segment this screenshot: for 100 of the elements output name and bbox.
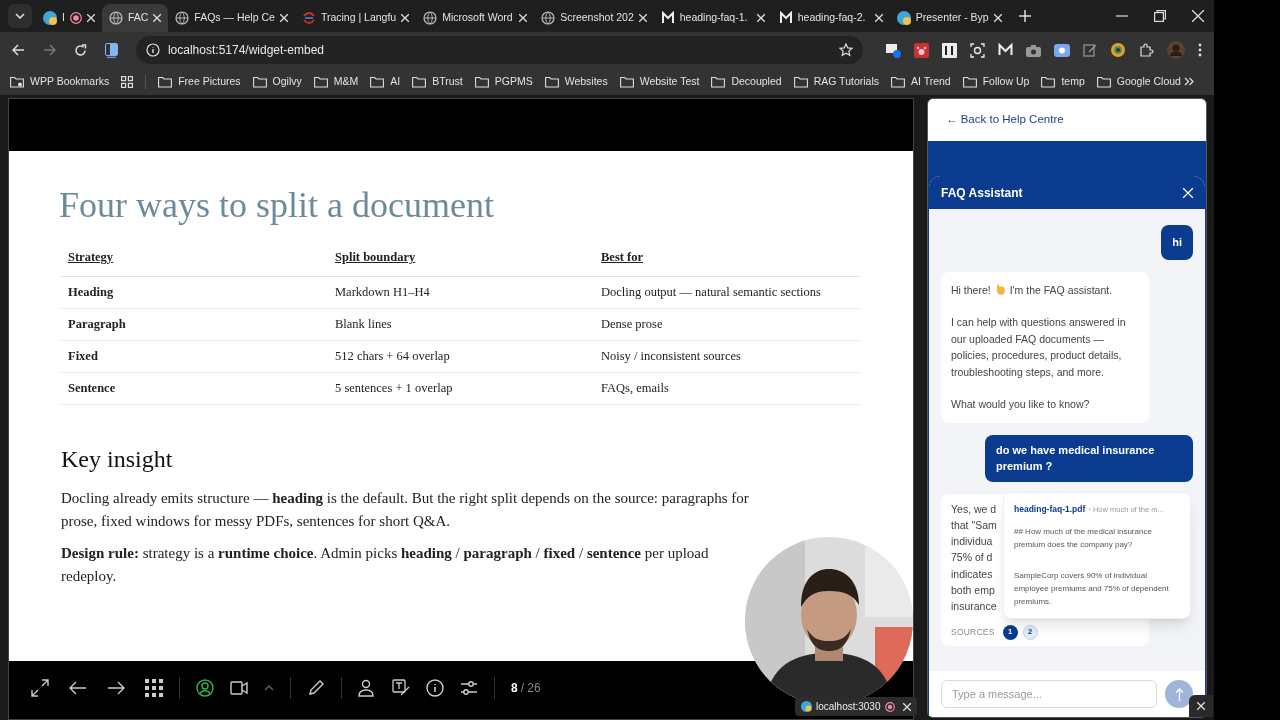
m-logo-icon[interactable]	[998, 43, 1013, 57]
apps-grid-icon[interactable]	[121, 75, 134, 88]
bookmark[interactable]: PGPMS	[474, 73, 533, 90]
camera-icon[interactable]	[1026, 43, 1041, 57]
bookmark[interactable]: Google Cloud	[1096, 73, 1181, 90]
close-icon[interactable]	[756, 14, 765, 22]
bookmark[interactable]: AI	[370, 73, 401, 90]
bookmark[interactable]: Website Test	[619, 73, 700, 90]
screen-record-icon[interactable]	[1054, 43, 1070, 57]
table-cell: FAQs, emails	[594, 372, 861, 405]
folder-icon	[962, 75, 977, 88]
next-arrow-icon[interactable]	[107, 681, 125, 695]
bookmark[interactable]: BTrust	[412, 73, 463, 90]
tab-title: Microsoft Word	[442, 10, 514, 26]
close-icon[interactable]	[993, 14, 1002, 22]
browser-tab[interactable]: I	[36, 4, 102, 32]
globe-icon	[108, 11, 123, 25]
restore-icon[interactable]	[1154, 10, 1166, 22]
bookmark[interactable]: temp	[1041, 73, 1085, 90]
folder-icon	[1041, 75, 1056, 88]
table-cell: Markdown H1–H4	[328, 276, 594, 309]
bookmark[interactable]: Decoupled	[711, 73, 782, 90]
capture-icon[interactable]	[970, 42, 985, 58]
folder-icon	[544, 75, 559, 88]
menu-icon[interactable]	[1198, 43, 1202, 57]
folder-icon	[412, 75, 427, 88]
message-text: that "Sam	[951, 517, 997, 533]
address-bar[interactable]: localhost:5174/widget-embed	[135, 36, 863, 64]
video-camera-icon[interactable]	[230, 681, 248, 695]
table-cell: Noisy / inconsistent sources	[594, 340, 861, 373]
reload-icon[interactable]	[73, 43, 87, 57]
fullscreen-icon[interactable]	[31, 679, 49, 697]
tab-list-button[interactable]	[8, 4, 32, 28]
bookmark[interactable]: Free Pictures	[158, 73, 241, 90]
close-icon[interactable]	[401, 14, 410, 22]
caret-up-icon[interactable]	[264, 685, 274, 691]
close-icon[interactable]	[1192, 10, 1204, 22]
notification-text: localhost:3030	[816, 700, 881, 714]
back-link[interactable]: ← Back to Help Centre	[946, 111, 1064, 129]
browser-tab[interactable]: Presenter - Byp	[889, 4, 1009, 32]
close-button[interactable]	[1189, 695, 1213, 717]
browser-tab[interactable]: Tracing | Langfu	[294, 4, 417, 32]
folder-icon	[793, 75, 808, 88]
star-icon[interactable]	[839, 43, 853, 57]
puzzle-icon[interactable]	[1139, 42, 1154, 58]
new-tab-icon[interactable]	[1018, 10, 1031, 22]
app-icon	[801, 701, 812, 712]
browser-tab[interactable]: heading-faq-1.	[653, 4, 772, 32]
browser-tab[interactable]: FAQs — Help Ce	[168, 4, 295, 32]
close-icon[interactable]	[153, 14, 162, 22]
browser-tab[interactable]: heading-faq-2.	[771, 4, 890, 32]
greeting-text: Hi there!	[951, 282, 991, 298]
bookmark[interactable]: Follow Up	[962, 73, 1030, 90]
previous-arrow-icon[interactable]	[69, 681, 87, 695]
bookmark[interactable]: RAG Tutorials	[793, 73, 879, 90]
message-input[interactable]: Type a message...	[941, 680, 1158, 708]
window-star-icon[interactable]	[885, 42, 901, 58]
side-panel-icon[interactable]	[104, 42, 118, 58]
close-icon[interactable]	[903, 702, 911, 711]
browser-tab[interactable]: Microsoft Word	[416, 4, 535, 32]
bookmark[interactable]: AI Trend	[891, 73, 951, 90]
back-arrow-icon[interactable]	[12, 44, 25, 56]
close-icon[interactable]	[638, 14, 647, 22]
folder-icon	[252, 75, 267, 88]
chat-title: FAQ Assistant	[941, 184, 1023, 202]
close-icon[interactable]	[279, 14, 288, 22]
grid-icon[interactable]	[145, 679, 163, 697]
user-circle-icon[interactable]	[196, 679, 214, 697]
send-button[interactable]	[1165, 680, 1193, 708]
bookmark[interactable]: WPP Bookmarks	[10, 73, 110, 90]
close-icon[interactable]	[519, 14, 528, 22]
tab-title: Presenter - Byp	[915, 10, 989, 26]
tab-title: heading-faq-1.	[679, 10, 749, 26]
person-edit-icon[interactable]	[358, 679, 376, 697]
browser-tab[interactable]: FAC	[101, 4, 169, 32]
file-name: heading-faq-1.pdf	[1014, 502, 1086, 516]
close-icon[interactable]	[86, 14, 95, 22]
paw-icon[interactable]	[914, 42, 929, 58]
greeting-text: I'm the FAQ assistant.	[1009, 282, 1113, 298]
globe-icon	[423, 11, 438, 25]
url-text: localhost:5174/widget-embed	[167, 42, 326, 59]
bookmark[interactable]: Ogilvy	[252, 73, 302, 90]
note-edit-icon[interactable]	[1083, 43, 1097, 57]
source-heading: ## How much of the medical insurance premium does the company pay?	[1014, 526, 1153, 552]
pen-icon[interactable]	[307, 679, 325, 697]
source-text: SampleCorp covers 90% of individual employee premiums and 75% of dependent premiums.	[1014, 570, 1170, 609]
bookmark[interactable]: Websites	[544, 73, 608, 90]
section-heading: Key insight	[61, 444, 174, 474]
info-icon[interactable]	[426, 679, 444, 697]
text-edit-icon[interactable]	[392, 679, 410, 697]
sliders-icon[interactable]	[460, 680, 478, 696]
ring-icon[interactable]	[1110, 42, 1126, 58]
close-icon[interactable]	[874, 14, 883, 22]
more-bookmarks-icon[interactable]	[1184, 77, 1194, 86]
table-cell: Dense prose	[594, 308, 861, 341]
tab-title: FAC	[127, 10, 149, 26]
browser-tab[interactable]: Screenshot 202	[534, 4, 654, 32]
bookmark[interactable]: M&M	[313, 73, 359, 90]
forward-arrow-icon[interactable]	[43, 44, 56, 56]
globe-icon	[541, 11, 556, 25]
